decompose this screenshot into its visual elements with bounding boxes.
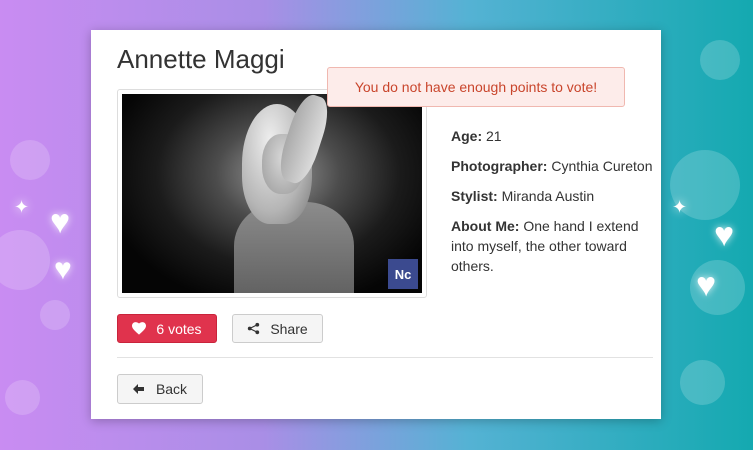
heart-icon bbox=[132, 322, 147, 335]
heart-decoration-icon: ♥ bbox=[50, 203, 71, 241]
vote-count-label: 6 votes bbox=[156, 320, 202, 337]
heart-decoration-icon: ♥ bbox=[54, 253, 72, 286]
bokeh-light bbox=[10, 140, 50, 180]
stylist-label: Stylist: bbox=[451, 188, 498, 204]
bokeh-light bbox=[40, 300, 70, 330]
arrow-left-icon bbox=[132, 384, 144, 394]
sparkle-icon: ✦ bbox=[14, 197, 30, 217]
bokeh-light bbox=[700, 40, 740, 80]
back-label: Back bbox=[155, 381, 188, 397]
bokeh-light bbox=[680, 360, 725, 405]
share-label: Share bbox=[270, 320, 308, 337]
bokeh-light bbox=[5, 380, 40, 415]
age-value: 21 bbox=[486, 128, 502, 144]
photo-watermark: Nc bbox=[388, 259, 418, 289]
share-button[interactable]: Share bbox=[232, 314, 323, 343]
about-label: About Me: bbox=[451, 218, 520, 234]
profile-details: Age: 21 Photographer: Cynthia Cureton St… bbox=[451, 126, 656, 286]
sparkle-icon: ✦ bbox=[672, 197, 688, 217]
photographer-row: Photographer: Cynthia Cureton bbox=[451, 156, 656, 176]
age-row: Age: 21 bbox=[451, 126, 656, 146]
stylist-value: Miranda Austin bbox=[501, 188, 595, 204]
about-row: About Me: One hand I extend into myself,… bbox=[451, 216, 656, 276]
photographer-label: Photographer: bbox=[451, 158, 548, 174]
photo-image: Nc bbox=[122, 94, 422, 293]
stylist-row: Stylist: Miranda Austin bbox=[451, 186, 656, 206]
heart-decoration-icon: ♥ bbox=[714, 216, 735, 254]
back-button[interactable]: Back bbox=[117, 374, 203, 404]
age-label: Age: bbox=[451, 128, 483, 144]
heart-decoration-icon: ♥ bbox=[696, 266, 717, 304]
profile-card: Annette Maggi Nc You do not have enough … bbox=[91, 30, 661, 419]
bokeh-light bbox=[0, 230, 50, 290]
section-divider bbox=[117, 357, 653, 358]
profile-photo: Nc bbox=[117, 89, 427, 298]
photographer-value: Cynthia Cureton bbox=[551, 158, 653, 174]
share-icon bbox=[247, 322, 260, 335]
vote-button[interactable]: 6 votes bbox=[117, 314, 217, 343]
vote-error-alert: You do not have enough points to vote! bbox=[327, 67, 625, 107]
profile-name: Annette Maggi bbox=[117, 44, 285, 74]
